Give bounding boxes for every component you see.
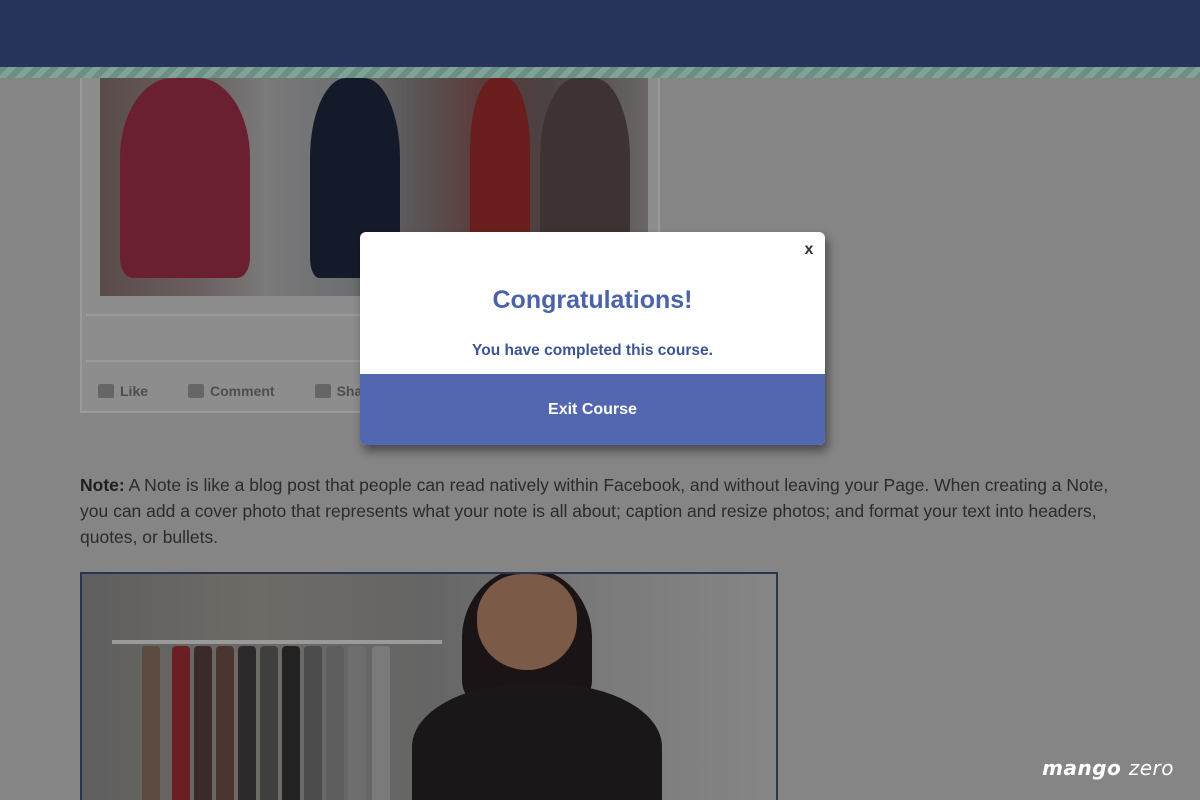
garment xyxy=(304,646,322,800)
person-body xyxy=(412,684,662,800)
garment xyxy=(348,646,366,800)
garment xyxy=(194,646,212,800)
note-label: Note: xyxy=(80,475,125,495)
garment xyxy=(372,646,390,800)
share-button[interactable]: Sha xyxy=(314,383,363,399)
close-button[interactable]: x xyxy=(799,240,819,260)
garment xyxy=(216,646,234,800)
note-photo xyxy=(80,572,778,800)
garment xyxy=(260,646,278,800)
top-bar xyxy=(0,0,1200,67)
clothing-rack xyxy=(112,640,442,644)
thumbs-up-icon xyxy=(98,384,114,398)
comment-button[interactable]: Comment xyxy=(188,383,275,399)
modal-message: You have completed this course. xyxy=(472,342,713,359)
note-paragraph: Note: A Note is like a blog post that pe… xyxy=(80,472,1110,550)
garment xyxy=(172,646,190,800)
modal-title: Congratulations! xyxy=(492,286,693,314)
share-icon xyxy=(314,384,331,398)
exit-course-button[interactable]: Exit Course xyxy=(360,374,825,445)
garment xyxy=(326,646,344,800)
mango-zero-logo: mango zero xyxy=(1042,756,1174,780)
share-label: Sha xyxy=(336,383,363,399)
post-action-bar: Like Comment Sha xyxy=(98,383,362,399)
person-face xyxy=(477,574,577,670)
comment-icon xyxy=(188,384,205,398)
top-bar-stripe xyxy=(0,67,1200,78)
comment-label: Comment xyxy=(210,383,275,399)
garment xyxy=(238,646,256,800)
course-complete-modal: x Congratulations! You have completed th… xyxy=(360,232,825,445)
like-label: Like xyxy=(120,383,149,399)
garment xyxy=(282,646,300,800)
like-button[interactable]: Like xyxy=(98,383,148,399)
garment xyxy=(142,646,160,800)
note-text: A Note is like a blog post that people c… xyxy=(80,475,1109,547)
logo-accent: zero xyxy=(1128,756,1174,780)
logo-brand: mango xyxy=(1042,756,1122,780)
photo-figure xyxy=(470,78,530,258)
photo-figure xyxy=(120,78,250,278)
